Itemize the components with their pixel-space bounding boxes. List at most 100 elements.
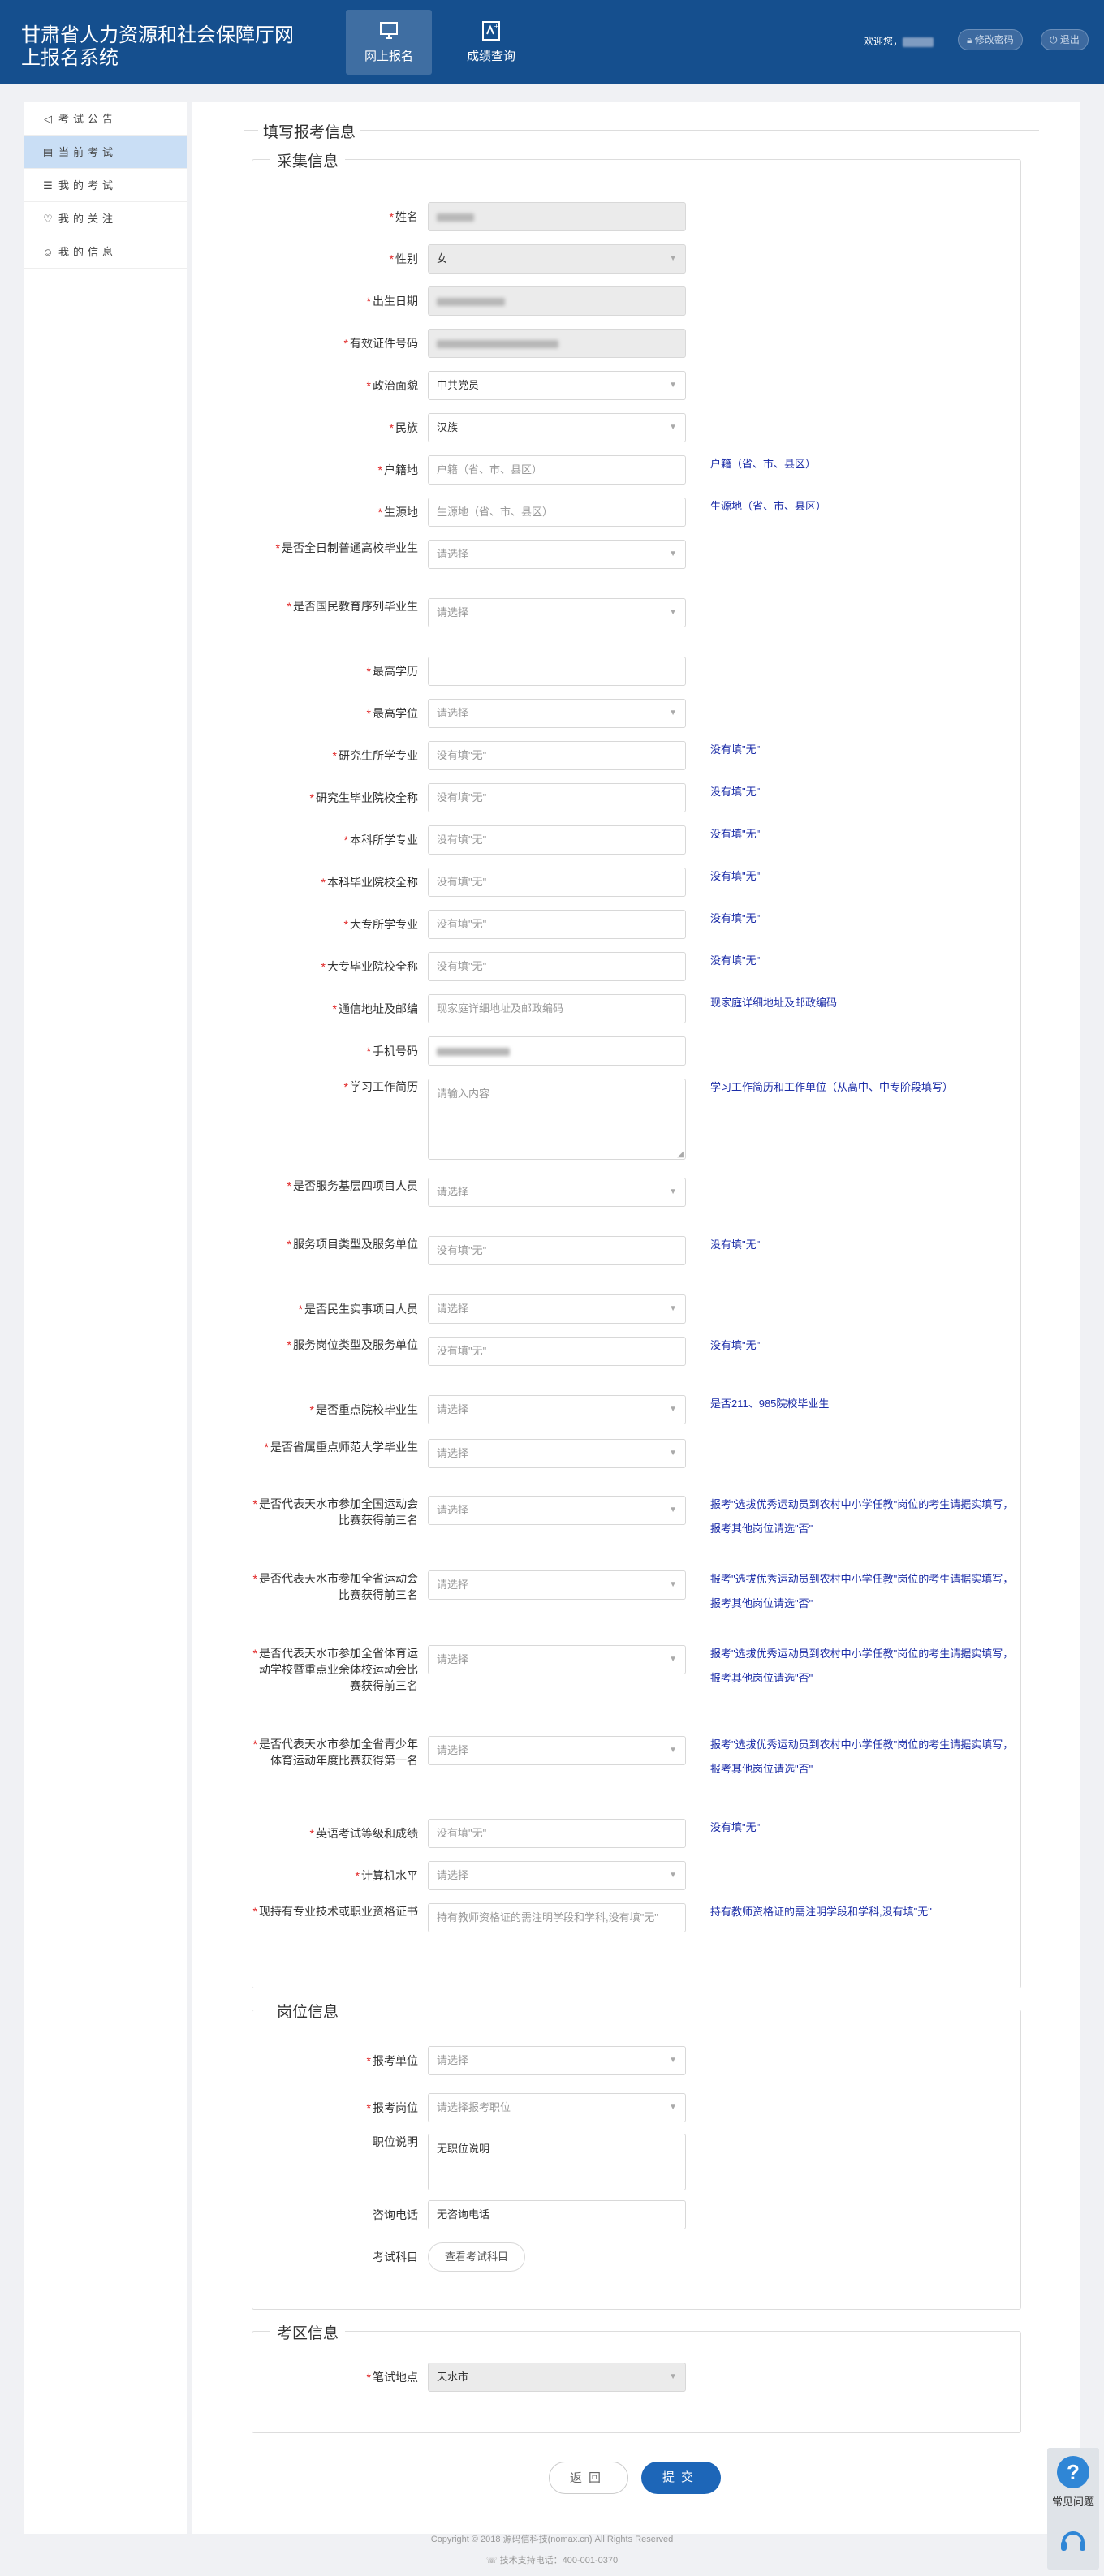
change-password-button[interactable]: 🔒︎ 修改密码	[958, 29, 1023, 50]
field-label: 考试科目	[373, 2251, 418, 2264]
field-hint: 报考"选拔优秀运动员到农村中小学任教"岗位的考生请据实填写，报考其他岗位请选"否…	[710, 1573, 1014, 1609]
text-input[interactable]: 没有填"无"	[428, 1236, 686, 1265]
field-hint: 没有填"无"	[710, 786, 761, 798]
nav-online-registration[interactable]: 网上报名	[346, 10, 432, 75]
sidebar-item-exam-notice[interactable]: ◁ 考试公告	[24, 102, 187, 136]
required-mark: *	[366, 665, 371, 678]
text-input[interactable]: 现家庭详细地址及邮政编码	[428, 994, 686, 1023]
chevron-down-icon: ▼	[669, 2056, 677, 2065]
field-label: * 服务项目类型及服务单位	[287, 1238, 418, 1251]
welcome-text: 欢迎您，	[864, 34, 934, 48]
field-label: * 大专毕业院校全称	[321, 960, 418, 973]
sidebar-item-my-info[interactable]: ☺ 我的信息	[24, 235, 187, 269]
select-field[interactable]: 请选择 ▼	[428, 598, 686, 627]
chevron-down-icon: ▼	[669, 1449, 677, 1458]
chevron-down-icon: ▼	[669, 549, 677, 558]
chevron-down-icon: ▼	[669, 1655, 677, 1664]
field-label: * 政治面貌	[366, 379, 418, 392]
phone-input[interactable]	[428, 1036, 686, 1066]
select-field[interactable]: 请选择 ▼	[428, 1736, 686, 1765]
text-input[interactable]: 没有填"无"	[428, 952, 686, 981]
sidebar-item-my-exams[interactable]: ☰ 我的考试	[24, 169, 187, 202]
view-subjects-button[interactable]: 查看考试科目	[428, 2242, 525, 2272]
select-field[interactable]: 请选择报考职位 ▼	[428, 2093, 686, 2122]
text-input[interactable]	[428, 657, 686, 686]
svg-text:+: +	[494, 23, 499, 30]
select-field[interactable]: 请选择 ▼	[428, 1395, 686, 1424]
field-label: * 性别	[389, 252, 418, 265]
field-hint: 没有填"无"	[710, 828, 761, 840]
select-field[interactable]: 请选择 ▼	[428, 1294, 686, 1324]
select-field[interactable]: 请选择 ▼	[428, 540, 686, 569]
required-mark: *	[332, 1002, 337, 1015]
text-input[interactable]: 没有填"无"	[428, 1819, 686, 1848]
section-title: 考区信息	[270, 2321, 346, 2343]
field-label: * 报考单位	[366, 2054, 418, 2067]
logout-button[interactable]: ⏻ 退出	[1041, 29, 1089, 50]
select-field[interactable]: 请选择 ▼	[428, 1861, 686, 1890]
heading-divider	[244, 130, 1039, 131]
text-input[interactable]: 没有填"无"	[428, 910, 686, 939]
main-content: 填写报考信息 采集信息 * 姓名 * 性别女 ▼ * 出生日期 * 有效证件号码 * 政治面貌 中共党…	[192, 102, 1080, 2534]
text-input[interactable]: 户籍（省、市、县区）	[428, 455, 686, 485]
chevron-down-icon: ▼	[669, 2103, 677, 2112]
select-field[interactable]: 请选择 ▼	[428, 1570, 686, 1600]
power-icon: ⏻	[1050, 34, 1058, 45]
chevron-down-icon: ▼	[669, 608, 677, 617]
required-mark: *	[343, 918, 348, 931]
select-field[interactable]: 请选择 ▼	[428, 1496, 686, 1525]
field-label: * 是否省属重点师范大学毕业生	[264, 1441, 418, 1454]
field-label: * 是否服务基层四项目人员	[287, 1179, 418, 1192]
required-mark: *	[377, 506, 382, 519]
field-label: * 手机号码	[366, 1045, 418, 1058]
nav-score-query[interactable]: + 成绩查询	[448, 10, 534, 75]
select-field[interactable]: 请选择 ▼	[428, 1178, 686, 1207]
list-icon: ☰	[43, 179, 53, 192]
select-field[interactable]: 请选择 ▼	[428, 1439, 686, 1468]
submit-button[interactable]: 提交	[641, 2462, 721, 2494]
required-mark: *	[252, 1647, 257, 1660]
text-input[interactable]: 没有填"无"	[428, 825, 686, 855]
back-button[interactable]: 返回	[549, 2462, 628, 2494]
select-field[interactable]: 请选择 ▼	[428, 1645, 686, 1674]
select-field[interactable]: 请选择 ▼	[428, 699, 686, 728]
required-mark: *	[389, 252, 394, 265]
text-input[interactable]: 没有填"无"	[428, 783, 686, 812]
required-mark: *	[366, 379, 371, 392]
blurred-value	[437, 213, 474, 222]
required-mark: *	[309, 791, 314, 804]
chevron-down-icon: ▼	[669, 1871, 677, 1880]
faq-widget[interactable]: ? 常见问题	[1047, 2448, 1099, 2570]
field-label: * 是否国民教育序列毕业生	[287, 600, 418, 613]
select-field: 女 ▼	[428, 244, 686, 274]
required-mark: *	[321, 960, 326, 973]
text-input[interactable]: 没有填"无"	[428, 1337, 686, 1366]
sidebar: ◁ 考试公告 ▤ 当前考试 ☰ 我的考试 ♡ 我的关注 ☺ 我的信息	[24, 102, 187, 2534]
text-input[interactable]: 没有填"无"	[428, 741, 686, 770]
position-description: 无职位说明	[428, 2134, 686, 2190]
required-mark: *	[287, 1238, 291, 1251]
text-input[interactable]: 没有填"无"	[428, 868, 686, 897]
text-input[interactable]: 持有教师资格证的需注明学段和学科,没有填"无"	[428, 1903, 686, 1932]
text-input[interactable]: 生源地（省、市、县区）	[428, 498, 686, 527]
required-mark: *	[252, 1905, 257, 1918]
field-label: * 大专所学专业	[343, 918, 418, 931]
field-label: * 现持有专业技术或职业资格证书	[252, 1905, 418, 1918]
field-hint: 户籍（省、市、县区）	[710, 458, 817, 470]
resume-textarea[interactable]: 请输入内容 ◢	[428, 1079, 686, 1160]
field-label: 咨询电话	[373, 2208, 418, 2221]
field-hint: 没有填"无"	[710, 954, 761, 967]
select-field[interactable]: 中共党员 ▼	[428, 371, 686, 400]
select-field[interactable]: 汉族 ▼	[428, 413, 686, 442]
resize-grip-icon[interactable]: ◢	[677, 1151, 684, 1159]
sidebar-item-my-follows[interactable]: ♡ 我的关注	[24, 202, 187, 235]
lock-icon: 🔒︎	[967, 34, 972, 45]
field-hint: 没有填"无"	[710, 1339, 761, 1351]
field-hint: 没有填"无"	[710, 870, 761, 882]
user-icon: ☺	[42, 246, 54, 258]
field-label: 职位说明	[373, 2135, 418, 2148]
sidebar-item-current-exam[interactable]: ▤ 当前考试	[24, 136, 187, 169]
headset-icon	[1061, 2531, 1085, 2551]
required-mark: *	[287, 1179, 291, 1192]
select-field[interactable]: 请选择 ▼	[428, 2046, 686, 2075]
